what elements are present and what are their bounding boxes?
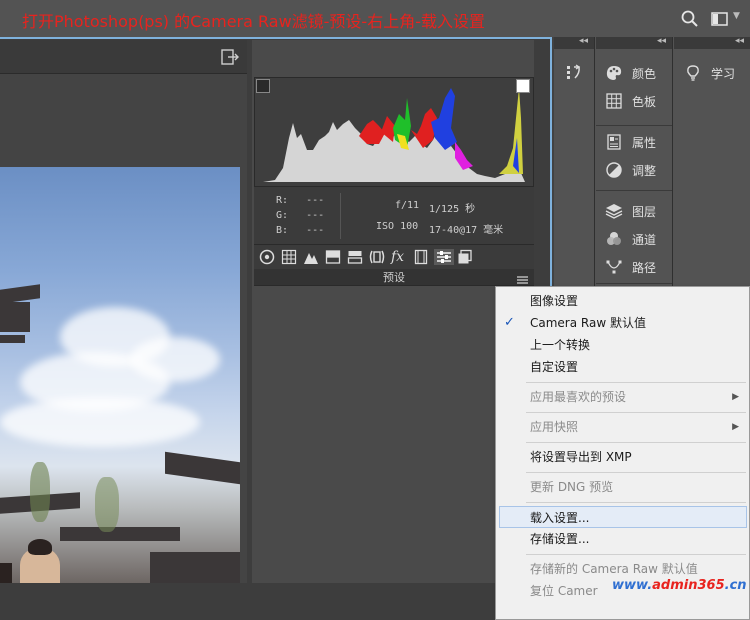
- preview-toolbar: [0, 40, 247, 74]
- menu-separator: [526, 382, 746, 383]
- group-separator: [596, 283, 672, 284]
- menu-item-export-xmp[interactable]: 将设置导出到 XMP: [496, 446, 749, 468]
- highlight-clipping-toggle[interactable]: [516, 79, 530, 93]
- menu-separator: [526, 442, 746, 443]
- export-icon[interactable]: [220, 47, 240, 67]
- menu-separator: [526, 472, 746, 473]
- search-icon[interactable]: [680, 9, 700, 29]
- lens-value: 17-40@17 毫米: [429, 225, 504, 236]
- lightbulb-icon: [684, 64, 702, 82]
- detail-tab-icon[interactable]: [303, 249, 319, 265]
- panel-label: 通道: [632, 232, 657, 247]
- panel-button-paths[interactable]: 路径: [605, 255, 656, 279]
- b-label: B:: [276, 225, 289, 236]
- group-separator: [596, 125, 672, 126]
- palette-icon: [605, 64, 623, 82]
- presets-header: 预设: [254, 269, 534, 286]
- watermark-part: admin365: [652, 578, 725, 593]
- panel-label: 学习: [711, 66, 736, 81]
- top-bar: 打开Photoshop(ps) 的Camera Raw滤镜-预设-右上角-载入设…: [0, 0, 750, 37]
- watermark: www.admin365.cn: [612, 578, 747, 593]
- watermark-part: www.: [612, 578, 653, 593]
- aperture-value: f/11: [395, 200, 420, 211]
- basic-tab-icon[interactable]: [259, 249, 275, 265]
- histogram: [254, 77, 534, 187]
- grid-icon: [605, 92, 623, 110]
- menu-item-load-settings[interactable]: 载入设置...: [499, 506, 747, 528]
- tone-curve-tab-icon[interactable]: [281, 249, 297, 265]
- effects-tab-icon[interactable]: fx: [391, 249, 407, 265]
- menu-separator: [526, 554, 746, 555]
- snapshots-tab-icon[interactable]: [457, 249, 473, 265]
- panel-label: 属性: [632, 135, 657, 150]
- menu-item-update-dng-preview[interactable]: 更新 DNG 预览: [496, 476, 749, 498]
- split-toning-tab-icon[interactable]: [347, 249, 363, 265]
- tutorial-title: 打开Photoshop(ps) 的Camera Raw滤镜-预设-右上角-载入设…: [22, 12, 485, 31]
- menu-item-save-new-defaults[interactable]: 存储新的 Camera Raw 默认值: [496, 558, 749, 580]
- watermark-part: .cn: [724, 578, 747, 593]
- calibration-tab-icon[interactable]: [413, 249, 429, 265]
- history-icon: [565, 63, 583, 81]
- panel-button-channels[interactable]: 通道: [605, 227, 656, 251]
- panel-label: 路径: [632, 260, 657, 275]
- layers-icon: [605, 202, 623, 220]
- panel-label: 图层: [632, 204, 657, 219]
- collapse-icon[interactable]: ◂◂: [735, 36, 744, 46]
- shutter-value: 1/125 秒: [429, 204, 476, 215]
- chevron-right-icon: ▶: [732, 392, 739, 402]
- panel-label: 调整: [632, 163, 657, 178]
- hsl-tab-icon[interactable]: [325, 249, 341, 265]
- presets-context-menu: 图像设置 ✓ Camera Raw 默认值 上一个转换 自定设置 应用最喜欢的预设…: [495, 286, 750, 620]
- r-label: R:: [276, 195, 289, 206]
- check-icon: ✓: [504, 315, 515, 330]
- g-value: ---: [306, 210, 325, 221]
- panel-label: 颜色: [632, 66, 657, 81]
- readout-divider: [340, 193, 341, 239]
- panel-label: 色板: [632, 94, 657, 109]
- panel-menu-icon[interactable]: [517, 273, 528, 284]
- g-label: G:: [276, 210, 289, 221]
- panel-button-swatches[interactable]: 色板: [605, 89, 656, 113]
- iso-value: ISO 100: [376, 221, 419, 232]
- menu-item-save-settings[interactable]: 存储设置...: [496, 528, 749, 550]
- panel-button-properties[interactable]: 属性: [605, 130, 656, 154]
- screen: 打开Photoshop(ps) 的Camera Raw滤镜-预设-右上角-载入设…: [0, 0, 750, 620]
- b-value: ---: [306, 225, 325, 236]
- lens-tab-icon[interactable]: [369, 249, 385, 265]
- chevron-down-icon[interactable]: ▼: [733, 11, 740, 21]
- chevron-right-icon: ▶: [732, 422, 739, 432]
- history-panel-button[interactable]: [565, 60, 592, 84]
- adjustment-tabs: fx: [254, 245, 534, 269]
- panel-button-color[interactable]: 颜色: [605, 61, 656, 85]
- paths-icon: [605, 258, 623, 276]
- collapse-icon[interactable]: ◂◂: [579, 36, 588, 46]
- menu-separator: [526, 502, 746, 503]
- presets-tab-icon[interactable]: [434, 249, 454, 265]
- panel-button-adjustments[interactable]: 调整: [605, 158, 656, 182]
- group-separator: [596, 190, 672, 191]
- adjust-icon: [605, 161, 623, 179]
- menu-item-image-settings[interactable]: 图像设置: [496, 290, 749, 312]
- r-value: ---: [306, 195, 325, 206]
- rgb-exif-readout: R: --- G: --- B: --- f/11 1/125 秒 ISO 10…: [254, 187, 534, 245]
- menu-separator: [526, 412, 746, 413]
- photo-preview[interactable]: [0, 167, 240, 583]
- menu-item-previous-conversion[interactable]: 上一个转换: [496, 334, 749, 356]
- shadow-clipping-toggle[interactable]: [256, 79, 270, 93]
- menu-item-apply-favorite-preset[interactable]: 应用最喜欢的预设 ▶: [496, 386, 749, 408]
- menu-item-custom-settings[interactable]: 自定设置: [496, 356, 749, 378]
- panel-button-learn[interactable]: 学习: [684, 61, 735, 85]
- channels-icon: [605, 230, 623, 248]
- menu-item-camera-raw-defaults[interactable]: ✓ Camera Raw 默认值: [496, 312, 749, 334]
- collapse-icon[interactable]: ◂◂: [657, 36, 666, 46]
- properties-icon: [605, 133, 623, 151]
- panel-button-layers[interactable]: 图层: [605, 199, 656, 223]
- workspace-icon[interactable]: [710, 9, 730, 29]
- menu-item-apply-snapshot[interactable]: 应用快照 ▶: [496, 416, 749, 438]
